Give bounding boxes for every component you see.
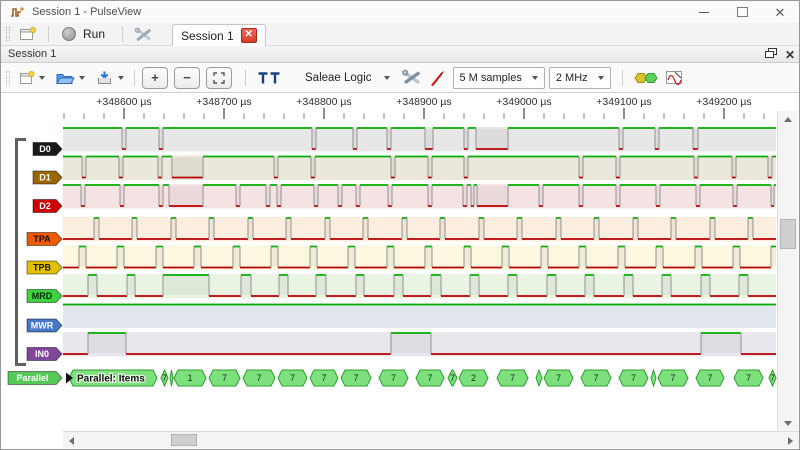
open-icon: [56, 73, 75, 84]
pulseview-window: Session 1 - PulseView ✕ Run Session 1 ✕ …: [0, 0, 800, 450]
scroll-up-icon[interactable]: [784, 117, 792, 122]
separator: [48, 26, 49, 42]
chevron-down-icon: [39, 75, 45, 80]
dock-title: Session 1: [8, 48, 57, 60]
trace-group-bracket[interactable]: [15, 138, 26, 366]
probe-icon: [430, 70, 444, 86]
separator: [122, 26, 124, 42]
sample-rate-value: 2 MHz: [555, 71, 588, 84]
channels-button[interactable]: [253, 68, 285, 88]
add-decoder-button[interactable]: [630, 68, 662, 88]
horizontal-scrollbar[interactable]: [63, 431, 799, 448]
math-signal-icon: [665, 71, 682, 86]
run-label: Run: [83, 27, 106, 41]
chevron-down-icon: [531, 75, 538, 80]
zoom-out-icon: −: [183, 70, 191, 85]
session-setup-icon: [134, 27, 151, 41]
title-bar: Session 1 - PulseView ✕: [1, 1, 799, 23]
close-dock-icon[interactable]: ✕: [785, 49, 795, 61]
device-config-icon: [401, 69, 420, 84]
chevron-down-icon: [118, 75, 124, 80]
chevron-down-icon: [597, 75, 604, 80]
device-select[interactable]: Saleae Logic: [301, 72, 394, 84]
window-title: Session 1 - PulseView: [32, 6, 142, 18]
toolbar-drag-handle[interactable]: [6, 27, 10, 41]
vertical-scrollbar-thumb[interactable]: [780, 219, 796, 249]
zoom-in-icon: +: [151, 70, 159, 85]
pulseview-app-icon: [10, 5, 24, 19]
close-icon: ✕: [774, 4, 786, 20]
trace-view[interactable]: [1, 93, 776, 432]
dock-title-bar: Session 1 ✕: [1, 46, 799, 63]
tab-session-1[interactable]: Session 1 ✕: [172, 23, 266, 47]
sample-count-select[interactable]: 5 M samples: [452, 66, 545, 89]
open-button[interactable]: [52, 68, 88, 88]
maximize-button[interactable]: [723, 1, 761, 23]
probe-button[interactable]: [426, 67, 449, 89]
run-button[interactable]: Run: [56, 25, 115, 43]
zoom-fit-button[interactable]: [206, 66, 232, 89]
add-decoder-icon: [634, 72, 658, 83]
sample-rate-select[interactable]: 2 MHz: [548, 66, 611, 89]
separator: [134, 69, 135, 86]
separator: [621, 69, 623, 86]
device-config-button[interactable]: [398, 67, 426, 88]
tab-label: Session 1: [181, 28, 234, 43]
chevron-down-icon: [79, 75, 85, 80]
zoom-out-button[interactable]: −: [174, 66, 200, 89]
scroll-down-icon[interactable]: [784, 421, 792, 426]
chevron-down-icon: [383, 75, 390, 80]
separator: [245, 69, 246, 86]
math-signal-button[interactable]: [662, 67, 687, 88]
main-toolbar: Run Session 1 ✕: [1, 23, 799, 47]
device-label: Saleae Logic: [305, 71, 372, 84]
new-file-icon: [20, 71, 35, 84]
scroll-left-icon[interactable]: [69, 437, 74, 445]
maximize-icon: [736, 7, 748, 17]
sample-count-value: 5 M samples: [459, 71, 522, 84]
save-icon: [98, 71, 111, 84]
toolbar-drag-handle[interactable]: [6, 70, 10, 85]
zoom-in-button[interactable]: +: [142, 66, 168, 89]
save-button[interactable]: [92, 68, 127, 88]
float-dock-icon[interactable]: [764, 46, 777, 64]
new-session-icon: [20, 27, 36, 40]
vertical-scrollbar[interactable]: [777, 111, 798, 432]
channels-icon: [258, 71, 280, 83]
new-session-button[interactable]: [15, 24, 41, 44]
close-tab-icon[interactable]: ✕: [240, 28, 257, 43]
minimize-icon: [699, 11, 709, 13]
session-toolbar: + − Saleae Logic 5 M samples 2 MHz: [1, 63, 799, 93]
zoom-fit-icon: [213, 71, 225, 84]
minimize-button[interactable]: [685, 1, 723, 23]
horizontal-scrollbar-thumb[interactable]: [171, 434, 197, 446]
scroll-right-icon[interactable]: [788, 437, 793, 445]
close-button[interactable]: ✕: [761, 1, 799, 23]
new-file-button[interactable]: [15, 67, 48, 88]
run-state-icon: [62, 27, 76, 41]
session-setup-button[interactable]: [130, 25, 158, 44]
